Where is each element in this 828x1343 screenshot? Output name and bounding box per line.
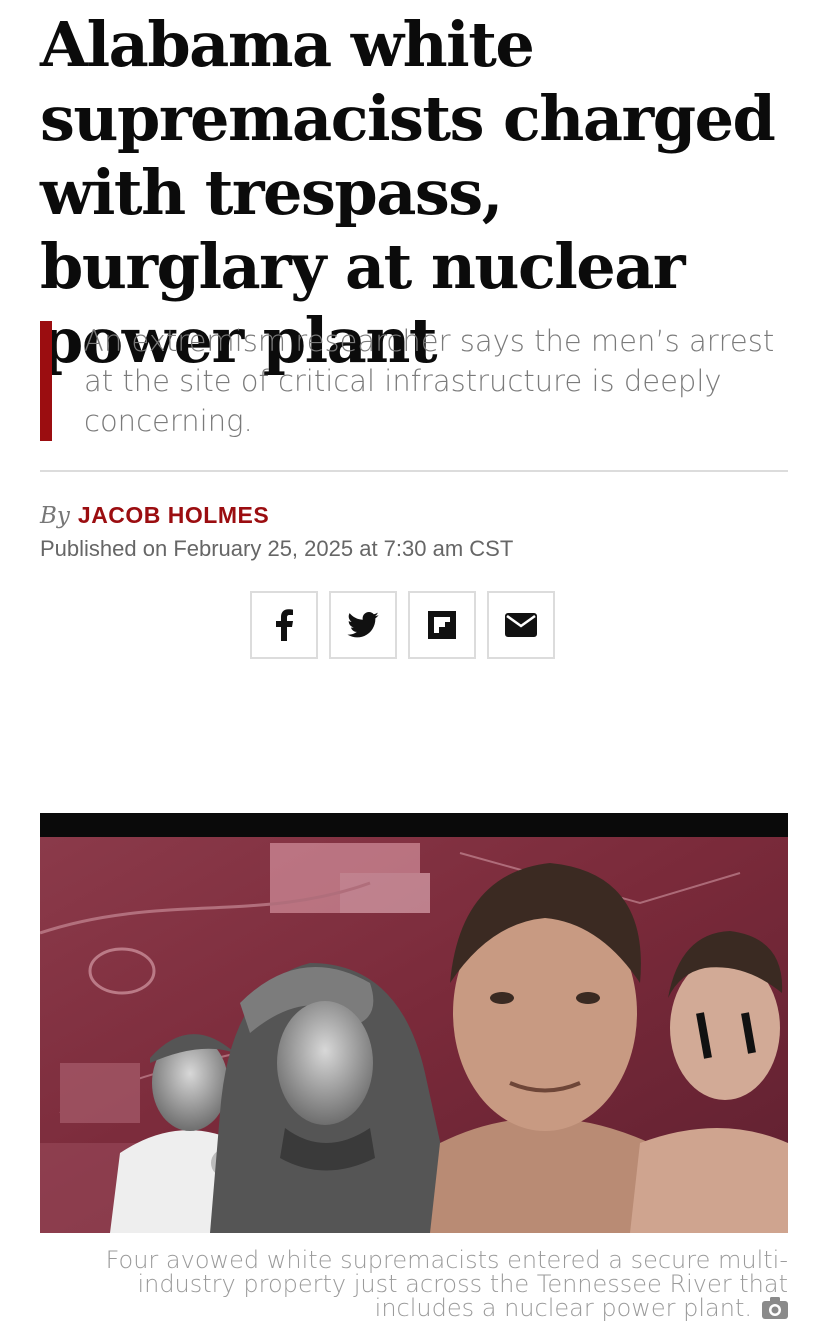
photo-caption: Four avowed white supremacists entered a…	[40, 1248, 788, 1320]
divider	[40, 470, 788, 472]
share-facebook-button[interactable]	[250, 591, 318, 659]
lead-photo	[40, 813, 788, 1233]
camera-icon[interactable]	[762, 1297, 788, 1319]
lead-photo-illustration	[40, 813, 788, 1233]
email-icon	[505, 613, 537, 637]
share-email-button[interactable]	[487, 591, 555, 659]
twitter-icon	[347, 612, 379, 638]
byline-prefix: By	[40, 503, 70, 529]
dek-accent-bar	[40, 321, 52, 441]
publish-date: Published on February 25, 2025 at 7:30 a…	[40, 536, 514, 561]
dek-text: An extremism researcher says the men’s a…	[84, 324, 775, 438]
share-flipboard-button[interactable]	[408, 591, 476, 659]
byline: By JACOB HOLMES	[40, 500, 269, 531]
flipboard-icon	[428, 611, 456, 639]
facebook-icon	[276, 609, 293, 641]
share-bar	[250, 591, 555, 659]
dek: An extremism researcher says the men’s a…	[40, 321, 788, 441]
author-link[interactable]: JACOB HOLMES	[78, 502, 269, 528]
share-twitter-button[interactable]	[329, 591, 397, 659]
photo-caption-text: Four avowed white supremacists entered a…	[105, 1246, 788, 1322]
